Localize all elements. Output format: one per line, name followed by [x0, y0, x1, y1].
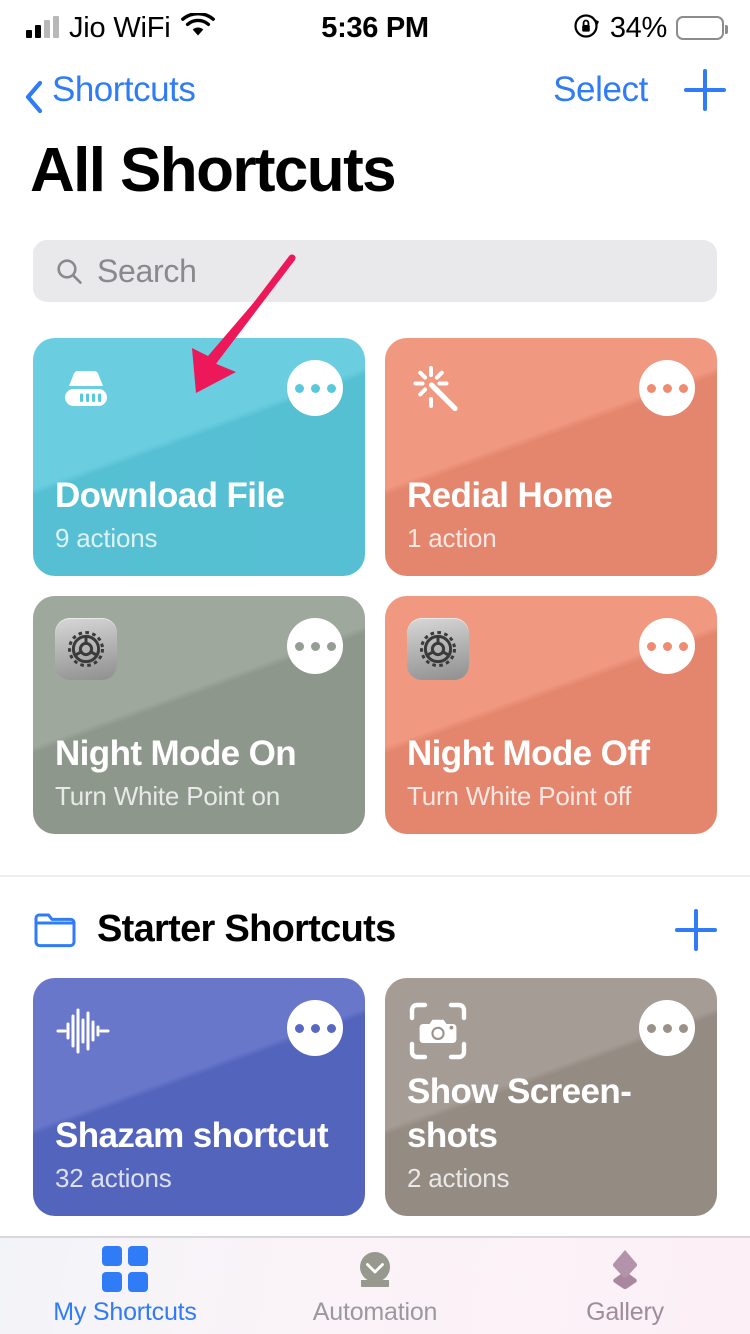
navigation-bar: Shortcuts Select — [0, 56, 750, 124]
section-title: Starter Shortcuts — [97, 908, 396, 950]
card-text: Redial Home 1 action — [407, 474, 695, 554]
card-top-row — [55, 1000, 343, 1062]
card-text: Night Mode On Turn White Point on — [55, 732, 343, 812]
chevron-left-icon — [24, 80, 44, 114]
shortcut-card-shazam-shortcut[interactable]: Shazam shortcut 32 actions — [33, 978, 365, 1216]
add-to-folder-button[interactable] — [675, 908, 717, 951]
screenshot-camera-icon — [407, 1000, 469, 1062]
add-shortcut-button[interactable] — [684, 69, 726, 111]
card-more-button[interactable] — [287, 618, 343, 674]
tab-gallery[interactable]: Gallery — [500, 1246, 750, 1327]
card-title: Shazam shortcut — [55, 1115, 329, 1155]
card-subtitle: 32 actions — [55, 1163, 172, 1193]
card-title: Download File — [55, 475, 285, 515]
card-text: Shazam shortcut 32 actions — [55, 1114, 343, 1194]
card-subtitle: 9 actions — [55, 523, 158, 553]
tab-label: Automation — [312, 1297, 438, 1326]
card-subtitle: 2 actions — [407, 1163, 510, 1193]
tab-my-shortcuts[interactable]: My Shortcuts — [0, 1245, 250, 1327]
tab-label: My Shortcuts — [53, 1297, 197, 1326]
grid-squares-icon — [102, 1245, 148, 1292]
card-title: Night Mode Off — [407, 733, 650, 773]
section-header-starter-shortcuts: Starter Shortcuts — [33, 908, 717, 951]
search-icon — [55, 257, 83, 285]
nav-right-actions: Select — [553, 69, 726, 111]
card-top-row — [55, 618, 343, 680]
shortcut-card-download-file[interactable]: Download File 9 actions — [33, 338, 365, 576]
select-button[interactable]: Select — [553, 70, 648, 110]
shortcut-grid-starter-shortcuts: Shazam shortcut 32 actions Show Screen-s… — [33, 978, 717, 1216]
card-subtitle: 1 action — [407, 523, 497, 553]
card-subtitle: Turn White Point off — [407, 781, 632, 811]
card-top-row — [55, 360, 343, 422]
card-title: Redial Home — [407, 475, 613, 515]
search-input[interactable] — [97, 252, 695, 290]
card-top-row — [407, 618, 695, 680]
gallery-layers-icon — [602, 1246, 648, 1292]
back-button[interactable]: Shortcuts — [24, 70, 196, 114]
search-bar[interactable] — [33, 240, 717, 302]
shortcut-card-redial-home[interactable]: Redial Home 1 action — [385, 338, 717, 576]
card-more-button[interactable] — [287, 360, 343, 416]
shortcut-card-night-mode-on[interactable]: Night Mode On Turn White Point on — [33, 596, 365, 834]
rotation-lock-icon — [573, 12, 601, 45]
back-button-label: Shortcuts — [52, 70, 196, 109]
card-text: Night Mode Off Turn White Point off — [407, 732, 695, 812]
iphone-screen: Jio WiFi 5:36 PM 34% Shortcuts Select Al… — [0, 0, 750, 1334]
shortcut-grid-my-shortcuts: Download File 9 actions Redial Home 1 ac… — [33, 338, 717, 834]
automation-check-icon — [352, 1246, 398, 1292]
section-divider — [0, 875, 750, 877]
battery-low-power-icon — [676, 16, 728, 40]
status-bar: Jio WiFi 5:36 PM 34% — [0, 0, 750, 56]
page-title: All Shortcuts — [30, 136, 397, 205]
waveform-icon — [55, 1000, 117, 1062]
card-more-button[interactable] — [639, 1000, 695, 1056]
settings-app-icon — [55, 618, 117, 680]
folder-icon — [33, 912, 77, 948]
battery-percent-label: 34% — [609, 11, 667, 44]
card-title: Show Screen-shots — [407, 1072, 632, 1155]
card-title: Night Mode On — [55, 733, 297, 773]
tab-bar: My Shortcuts Automation Gallery — [0, 1236, 750, 1334]
card-top-row — [407, 360, 695, 422]
card-text: Show Screen-shots 2 actions — [407, 1070, 695, 1194]
card-text: Download File 9 actions — [55, 474, 343, 554]
tab-automation[interactable]: Automation — [250, 1246, 500, 1327]
card-subtitle: Turn White Point on — [55, 781, 281, 811]
settings-app-icon — [407, 618, 469, 680]
shortcut-card-show-screenshots[interactable]: Show Screen-shots 2 actions — [385, 978, 717, 1216]
card-more-button[interactable] — [287, 1000, 343, 1056]
magic-wand-icon — [407, 360, 469, 422]
hard-drive-icon — [55, 360, 117, 422]
card-more-button[interactable] — [639, 360, 695, 416]
card-top-row — [407, 1000, 695, 1062]
card-more-button[interactable] — [639, 618, 695, 674]
status-bar-right: 34% — [573, 11, 728, 45]
shortcut-card-night-mode-off[interactable]: Night Mode Off Turn White Point off — [385, 596, 717, 834]
tab-label: Gallery — [586, 1297, 664, 1326]
